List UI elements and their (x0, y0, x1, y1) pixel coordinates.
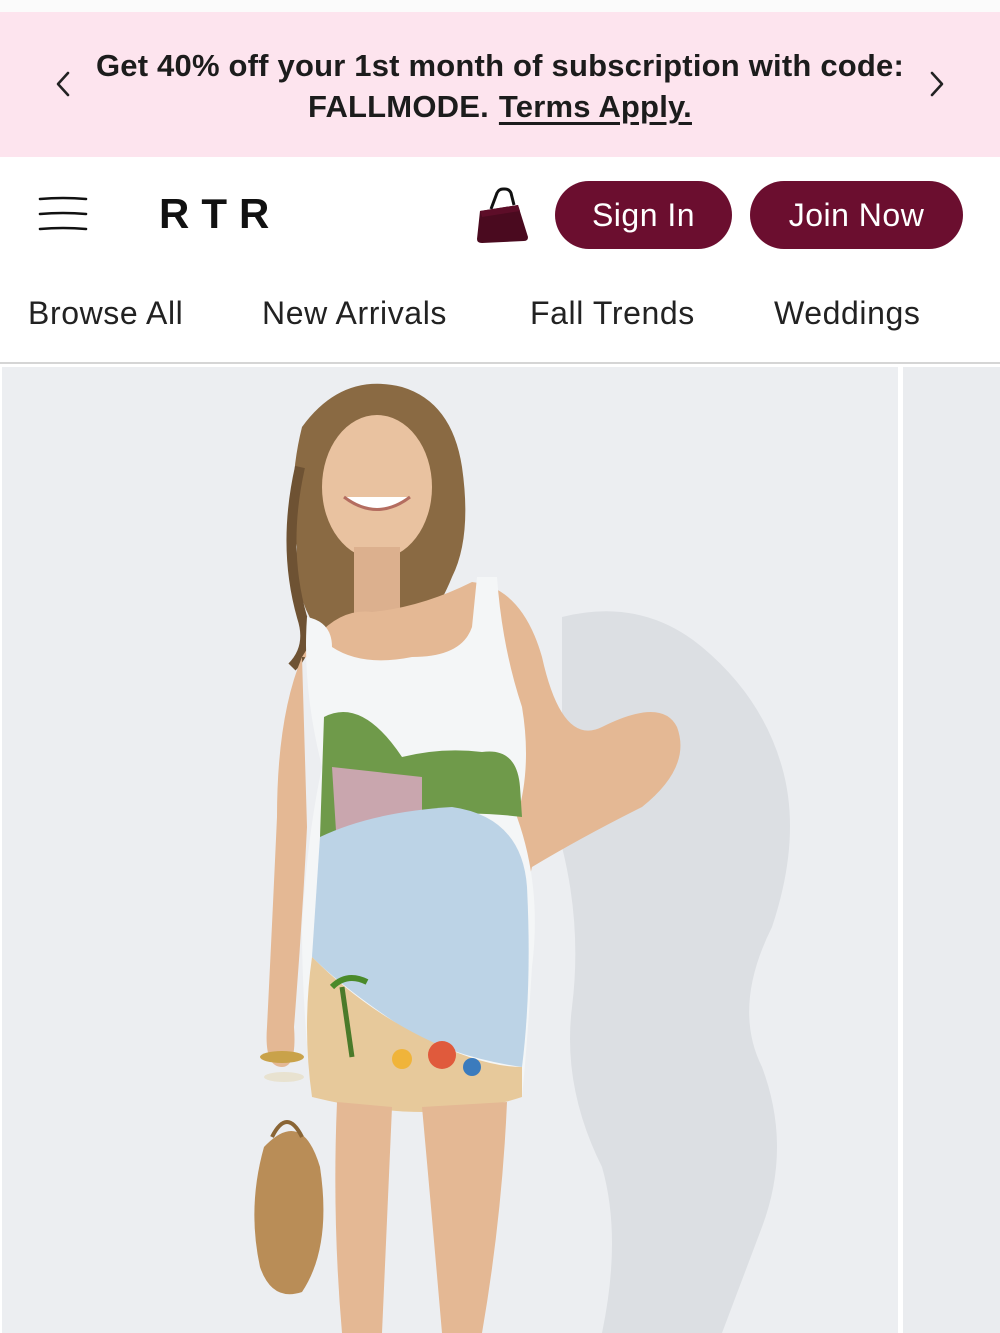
product-photo[interactable] (2, 367, 898, 1333)
promo-banner: Get 40% off your 1st month of subscripti… (0, 12, 1000, 157)
chevron-right-icon[interactable] (922, 69, 952, 99)
nav-browse-all[interactable]: Browse All (28, 295, 183, 332)
product-gallery (0, 364, 1000, 1333)
rtr-logo[interactable]: RTR (159, 190, 281, 238)
nav-fall-trends[interactable]: Fall Trends (530, 295, 695, 332)
join-now-button[interactable]: Join Now (750, 181, 963, 249)
promo-text: Get 40% off your 1st month of subscripti… (90, 45, 910, 127)
model-illustration (254, 383, 790, 1333)
sign-in-button[interactable]: Sign In (555, 181, 732, 249)
promo-line-1: Get 40% off your 1st month of subscripti… (95, 48, 905, 83)
menu-icon[interactable] (38, 194, 88, 234)
chevron-left-icon[interactable] (48, 69, 78, 99)
nav-weddings[interactable]: Weddings (774, 295, 921, 332)
category-nav: Browse All New Arrivals Fall Trends Wedd… (0, 267, 1000, 364)
promo-code: FALLMODE. (308, 89, 489, 124)
site-header: RTR Sign In Join Now (0, 157, 1000, 267)
shopping-bag-icon[interactable] (474, 187, 532, 245)
next-product-photo[interactable] (903, 367, 1000, 1333)
nav-new-arrivals[interactable]: New Arrivals (262, 295, 447, 332)
terms-link[interactable]: Terms Apply. (499, 89, 692, 124)
